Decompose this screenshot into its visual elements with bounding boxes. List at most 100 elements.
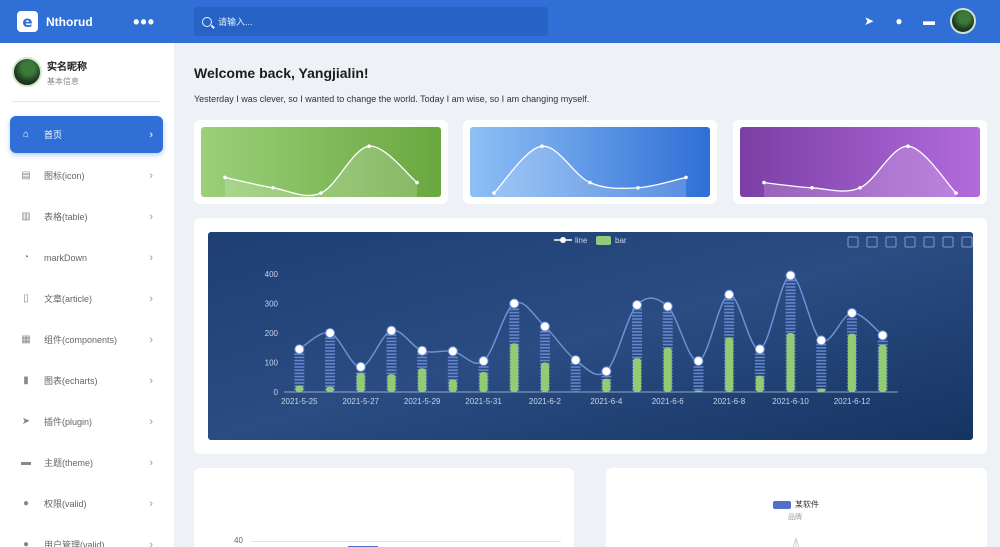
y-tick-label: 300: [265, 300, 279, 309]
brand-name[interactable]: Nthorud: [46, 15, 93, 29]
sidebar-nav: ⌂ 首页 › ▤ 图标(icon) › ▥ 表格(table) › ◔ markDown › ▯ 文章(a…: [0, 116, 174, 547]
sidebar-item-3[interactable]: ◔ markDown ›: [10, 239, 163, 276]
pictorial-bar-segment: [816, 375, 827, 378]
pictorial-bar-segment: [386, 343, 397, 346]
pictorial-bar-segment: [785, 286, 796, 288]
pictorial-bar-segment: [509, 318, 520, 320]
sidebar-item-label: 首页: [44, 130, 63, 140]
pictorial-bar-segment: [724, 305, 735, 307]
pictorial-bar-segment: [325, 369, 336, 371]
chart-legend[interactable]: 某软件: [773, 499, 819, 510]
x-tick-label: 2021-5-31: [465, 397, 502, 406]
line-point: [632, 299, 643, 310]
pictorial-bar-segment: [724, 318, 735, 320]
pictorial-bar-segment: [816, 379, 827, 381]
grid-line: [251, 541, 561, 542]
avatar[interactable]: [950, 8, 976, 34]
search-input[interactable]: [218, 16, 518, 27]
bar-mark: [326, 386, 335, 392]
sidebar-item-9[interactable]: ● 权限(valid) ›: [10, 485, 163, 522]
sidebar-item-0[interactable]: ⌂ 首页 ›: [10, 116, 163, 153]
sidebar-item-label: 表格(table): [44, 212, 88, 222]
pictorial-bar-segment: [325, 347, 336, 349]
line-point: [785, 270, 796, 281]
pictorial-bar-segment: [816, 359, 827, 362]
sidebar-item-8[interactable]: ▬ 主题(theme) ›: [10, 444, 163, 481]
data-point: [319, 191, 323, 195]
pictorial-bar-segment: [570, 385, 581, 387]
bar-mark: [602, 378, 611, 392]
pictorial-bar-segment: [754, 366, 765, 368]
table-icon: ▥: [21, 211, 31, 222]
sidebar-item-7[interactable]: ➤ 插件(plugin) ›: [10, 403, 163, 440]
data-point: [762, 180, 766, 185]
pictorial-bar-segment: [325, 340, 336, 343]
line-point: [601, 366, 612, 377]
sidebar-item-label: 权限(valid): [44, 499, 87, 509]
sidebar-item-2[interactable]: ▥ 表格(table) ›: [10, 198, 163, 235]
sidebar-item-label: 主题(theme): [44, 458, 94, 468]
mini-line-chart: [470, 127, 710, 197]
sidebar-item-label: markDown: [44, 252, 88, 263]
mini-chart-card-purple: [733, 120, 987, 204]
line-point: [325, 328, 336, 338]
pictorial-bar-segment: [632, 327, 643, 330]
pictorial-bar-segment: [724, 321, 735, 323]
pictorial-bar-segment: [816, 353, 827, 355]
line-point: [447, 346, 458, 357]
chevron-right-icon: ›: [149, 497, 153, 510]
pictorial-bar-segment: [724, 308, 735, 311]
pictorial-bar-segment: [693, 385, 704, 387]
line-point: [478, 356, 489, 367]
line-point: [294, 344, 305, 355]
pictorial-bar-segment: [509, 337, 520, 339]
more-dots-icon[interactable]: •••: [133, 13, 155, 31]
pictorial-bar-segment: [724, 327, 735, 330]
pictorial-bar-segment: [294, 372, 305, 375]
brand-logo-icon[interactable]: e: [17, 11, 38, 32]
pictorial-bar-segment: [447, 372, 458, 375]
avatar[interactable]: [12, 57, 42, 87]
pictorial-bar-segment: [386, 369, 397, 371]
sidebar-item-4[interactable]: ▯ 文章(article) ›: [10, 280, 163, 317]
bulb-icon[interactable]: ●: [892, 14, 906, 28]
pictorial-bar-segment: [386, 356, 397, 359]
x-tick-label: 2021-6-2: [529, 397, 562, 406]
sidebar-item-10[interactable]: ● 用户管理(valid) ›: [10, 526, 163, 547]
message-icon[interactable]: ▬: [922, 14, 936, 28]
pictorial-bar-segment: [785, 295, 796, 298]
pictorial-bar-segment: [386, 353, 397, 355]
search-box[interactable]: [194, 7, 548, 36]
pictorial-bar-segment: [509, 340, 520, 343]
sidebar-item-5[interactable]: ▦ 组件(components) ›: [10, 321, 163, 358]
pictorial-bar-segment: [447, 363, 458, 365]
bar-mark: [510, 343, 519, 392]
send-icon[interactable]: ➤: [862, 14, 876, 28]
pictorial-bar-segment: [325, 382, 336, 384]
sidebar-item-1[interactable]: ▤ 图标(icon) ›: [10, 157, 163, 194]
pictorial-bar-segment: [386, 347, 397, 349]
x-tick-label: 2021-6-10: [772, 397, 809, 406]
mini-chart-card-blue: [463, 120, 717, 204]
pictorial-bar-segment: [877, 340, 888, 343]
pictorial-bar-segment: [447, 359, 458, 362]
pictorial-bar-segment: [386, 372, 397, 375]
pictorial-bar-segment: [816, 356, 827, 359]
home-icon: ⌂: [22, 129, 30, 140]
sidebar-item-6[interactable]: ▮ 图表(echarts) ›: [10, 362, 163, 399]
pictorial-bar-segment: [325, 356, 336, 359]
sidebar-item-label: 插件(plugin): [44, 417, 93, 427]
profile-name: 实名昵称: [47, 61, 87, 73]
pictorial-bar-segment: [632, 340, 643, 343]
book-icon: ▯: [23, 293, 29, 304]
data-point: [588, 180, 592, 185]
chevron-right-icon: ›: [149, 374, 153, 387]
pictorial-bar-segment: [693, 382, 704, 384]
pictorial-bar-segment: [539, 347, 550, 349]
pictorial-bar-segment: [632, 324, 643, 327]
grid-icon: ▦: [21, 334, 31, 345]
pictorial-bar-segment: [570, 366, 581, 368]
x-tick-label: 2021-6-6: [652, 397, 685, 406]
welcome-quote: Yesterday I was clever, so I wanted to c…: [194, 94, 590, 104]
pictorial-bar-segment: [447, 366, 458, 368]
